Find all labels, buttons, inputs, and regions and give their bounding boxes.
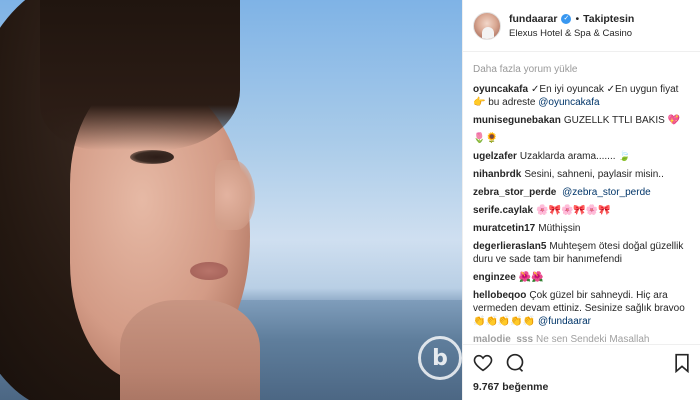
comment-text: GUZELLK TTLI BAKIS 💖 <box>563 115 681 126</box>
neck <box>120 300 260 400</box>
comment: serife.caylak 🌸🎀🌸🎀🌸🎀 <box>473 204 690 217</box>
comment-text: 🌷🌻 <box>473 133 498 144</box>
comment-username[interactable]: serife.caylak <box>473 205 533 216</box>
post-location[interactable]: Elexus Hotel & Spa & Casino <box>509 28 634 39</box>
load-more-comments-link[interactable]: Daha fazla yorum yükle <box>473 64 690 75</box>
nose <box>215 160 255 230</box>
bangs <box>40 0 240 150</box>
comment: malodie_sss Ne sen Sendeki Masallah <box>473 333 690 342</box>
comment-username[interactable]: munisegunebakan <box>473 115 561 126</box>
comment-text: 🌸🎀🌸🎀🌸🎀 <box>536 205 611 216</box>
post-actions: 9.767 beğenme <box>463 344 700 393</box>
comment-username[interactable]: malodie_sss <box>473 334 533 342</box>
comment: 🌷🌻 <box>473 132 690 145</box>
comment: oyuncakafa ✓En iyi oyuncak ✓En uygun fiya… <box>473 83 690 109</box>
comment: munisegunebakan GUZELLK TTLI BAKIS 💖 <box>473 114 690 127</box>
comment-mention[interactable]: @fundaarar <box>538 316 591 327</box>
comment-username[interactable]: muratcetin17 <box>473 223 535 234</box>
eye <box>130 150 174 164</box>
comment-username[interactable]: ugelzafer <box>473 151 517 162</box>
comment-text: Ne sen Sendeki Masallah <box>536 334 650 342</box>
comment: hellobeqoo Çok güzel bir sahneydi. Hiç ar… <box>473 289 690 328</box>
watermark-logo: b <box>418 336 462 380</box>
post-photo[interactable]: b <box>0 0 462 400</box>
comment: zebra_stor_perde @zebra_stor_perde <box>473 186 690 199</box>
post-side-panel: fundaarar ✓ • Takiptesin Elexus Hotel & … <box>462 0 700 400</box>
post-username[interactable]: fundaarar <box>509 13 557 25</box>
lips <box>190 262 228 280</box>
comment-username[interactable]: nihanbrdk <box>473 169 521 180</box>
comment: nihanbrdk Sesini, sahneni, paylasir misin… <box>473 168 690 181</box>
comment-username[interactable]: hellobeqoo <box>473 290 526 301</box>
verified-icon: ✓ <box>561 13 572 24</box>
likes-count[interactable]: 9.767 beğenme <box>473 381 690 393</box>
post-header: fundaarar ✓ • Takiptesin Elexus Hotel & … <box>463 0 700 52</box>
comment: degerlieraslan5 Muhteşem ötesi doğal güze… <box>473 240 690 266</box>
comment-username[interactable]: enginzee <box>473 272 516 283</box>
avatar[interactable] <box>473 11 501 40</box>
comment-mention[interactable]: @oyuncakafa <box>538 97 599 108</box>
heart-icon[interactable] <box>473 354 493 375</box>
comment: ugelzafer Uzaklarda arama....... 🍃 <box>473 150 690 163</box>
comment-username[interactable]: oyuncakafa <box>473 84 528 95</box>
separator-dot: • <box>575 12 580 25</box>
comment-text: Sesini, sahneni, paylasir misin.. <box>524 169 664 180</box>
comment-username[interactable]: zebra_stor_perde <box>473 187 556 198</box>
follow-status-button[interactable]: Takiptesin <box>583 13 634 25</box>
comment-mention[interactable]: @zebra_stor_perde <box>562 187 651 198</box>
comment-icon[interactable] <box>505 353 525 376</box>
bookmark-icon[interactable] <box>674 353 690 376</box>
comment: enginzee 🌺🌺 <box>473 271 690 284</box>
comment-text: Uzaklarda arama....... 🍃 <box>519 151 631 162</box>
comment-text: Müthişsin <box>538 223 581 234</box>
comment-username[interactable]: degerlieraslan5 <box>473 241 546 252</box>
comments-list: Daha fazla yorum yükle oyuncakafa ✓En iyi… <box>463 52 700 342</box>
comment: muratcetin17 Müthişsin <box>473 222 690 235</box>
comment-text: 🌺🌺 <box>518 272 544 283</box>
